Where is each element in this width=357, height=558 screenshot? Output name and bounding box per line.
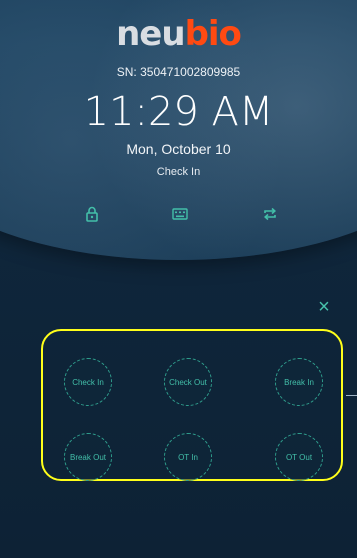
- logo-bio: bio: [184, 14, 242, 54]
- lock-icon[interactable]: [82, 204, 102, 224]
- check-out-button[interactable]: Check Out: [164, 358, 212, 406]
- edge-divider: [346, 395, 357, 396]
- clock-time: 11:29 AM: [83, 89, 274, 135]
- attendance-mode: Check In: [156, 166, 201, 178]
- break-out-button[interactable]: Break Out: [64, 433, 112, 481]
- check-in-button[interactable]: Check In: [64, 358, 112, 406]
- ot-out-button[interactable]: OT Out: [275, 433, 323, 481]
- serial-number: SN: 350471002809985: [116, 65, 241, 79]
- logo-neu: neu: [116, 14, 185, 54]
- keyboard-icon[interactable]: [170, 204, 190, 224]
- break-in-button[interactable]: Break In: [275, 358, 323, 406]
- clock-date: Mon, October 10: [126, 141, 231, 157]
- close-icon[interactable]: ×: [312, 295, 336, 319]
- attendance-screen: neubio SN: 350471002809985 11:29 AM Mon,…: [0, 0, 357, 558]
- swap-icon[interactable]: [260, 204, 280, 224]
- ot-in-button[interactable]: OT In: [164, 433, 212, 481]
- neubio-logo: neubio: [0, 14, 357, 54]
